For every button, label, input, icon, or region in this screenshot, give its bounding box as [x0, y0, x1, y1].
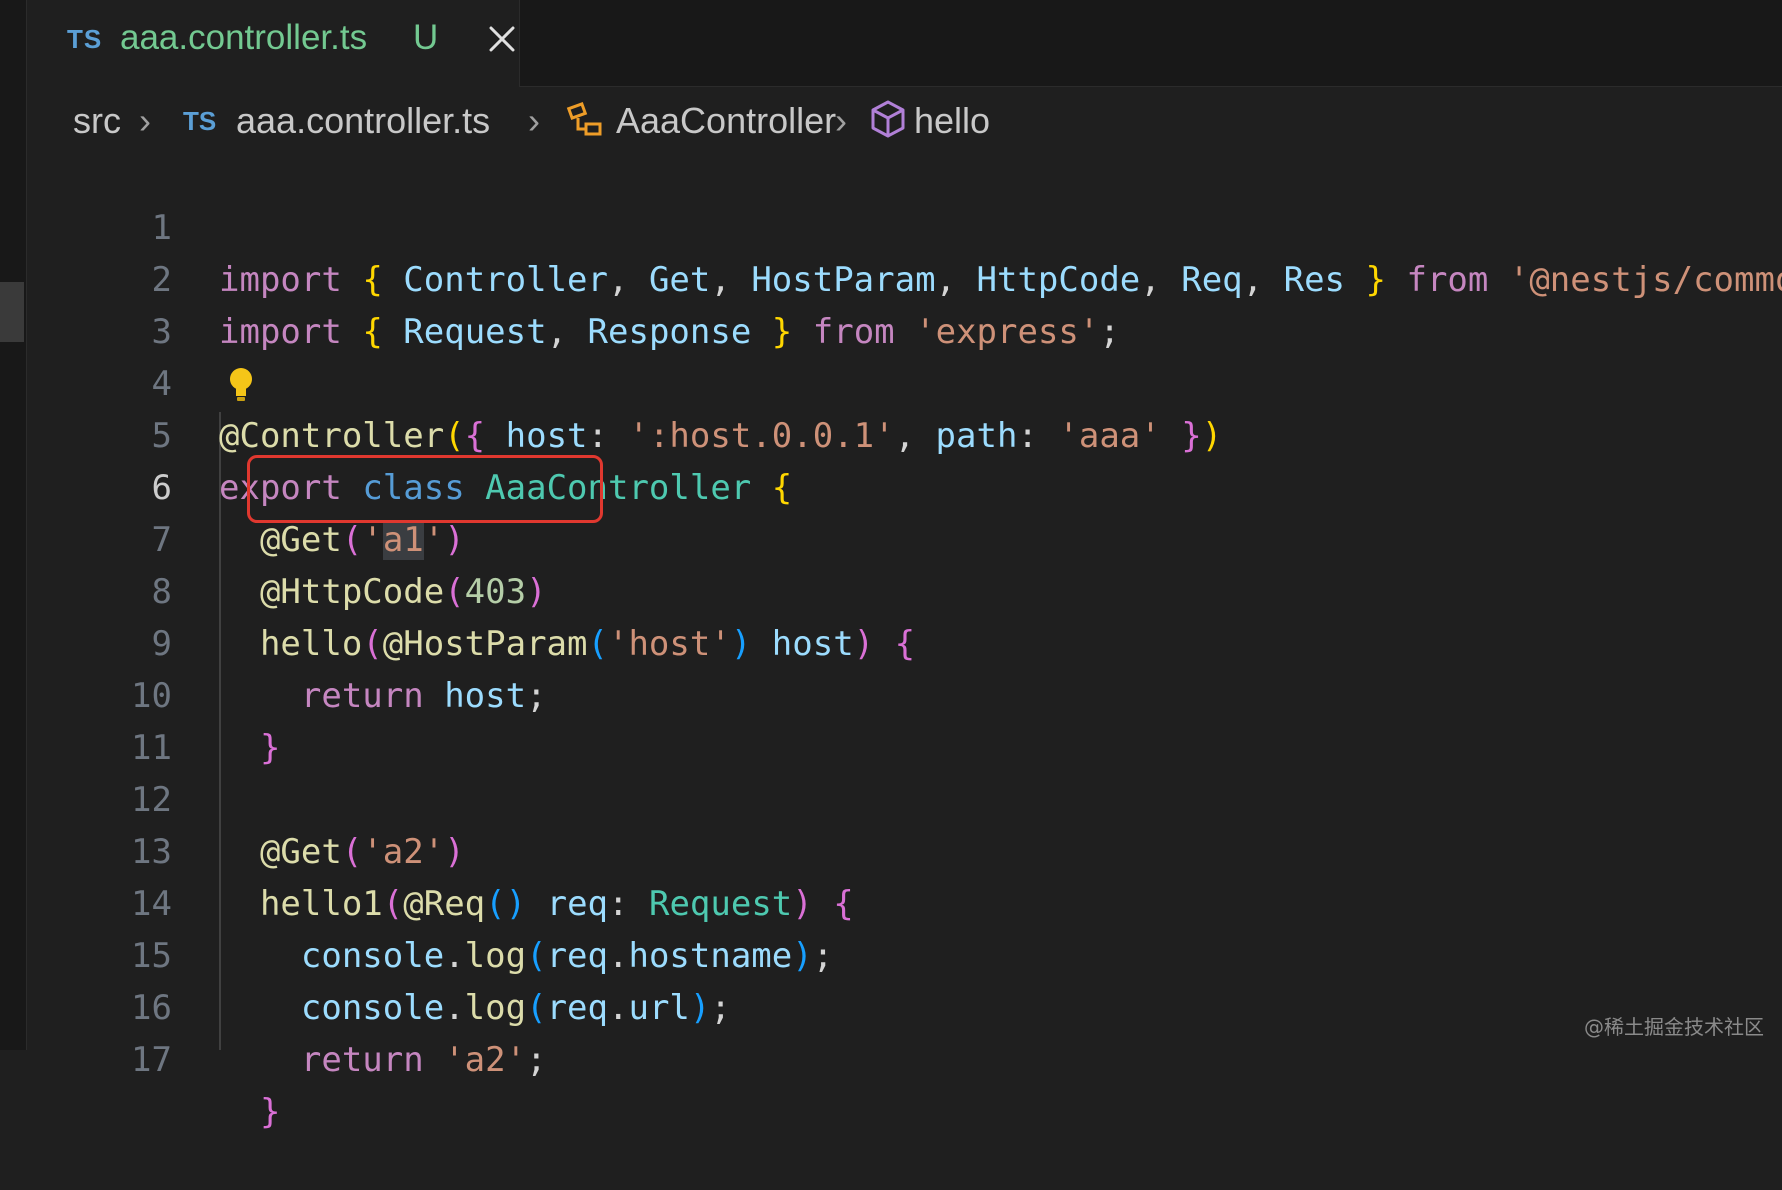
code-text: hello(@HostParam('host') host) { — [259, 624, 916, 664]
chevron-right-icon: › — [139, 100, 151, 141]
breadcrumb-folder[interactable]: src — [73, 100, 121, 142]
code-line: 10 } — [27, 618, 280, 768]
code-line: 12 @Get('a2') — [27, 722, 465, 872]
code-line: 17 } — [27, 982, 280, 1132]
breadcrumb-file[interactable]: aaa.controller.ts — [236, 100, 490, 142]
line-number: 17 — [131, 1040, 172, 1080]
highlight-box — [247, 455, 603, 523]
code-text: } — [259, 728, 281, 768]
code-text: import { Controller, Get, HostParam, Htt… — [219, 260, 1782, 300]
code-line: 9 return host; — [27, 566, 547, 716]
breadcrumb-class[interactable]: AaaController — [616, 100, 836, 142]
code-line: 2 import { Request, Response } from 'exp… — [27, 202, 1120, 352]
code-text: return 'a2'; — [300, 1040, 547, 1080]
typescript-icon: TS — [67, 24, 103, 54]
code-line: 8 hello(@HostParam('host') host) { — [27, 514, 916, 664]
code-line: 7 @HttpCode(403) — [27, 462, 547, 612]
code-line: 1 import { Controller, Get, HostParam, H… — [27, 150, 1782, 300]
activity-bar-indicator — [0, 282, 24, 342]
code-text: return host; — [300, 676, 547, 716]
code-line: 15 console.log(req.url); — [27, 878, 731, 1028]
tab-filename: aaa.controller.ts — [120, 18, 368, 57]
code-text: } — [259, 1092, 281, 1132]
code-text: import { Request, Response } from 'expre… — [219, 312, 1120, 352]
code-line: 5 export class AaaController { — [27, 358, 793, 508]
code-text: console.log(req.url); — [300, 988, 731, 1028]
method-icon — [871, 100, 905, 138]
code-line: 6 @Get('a1') — [27, 410, 465, 560]
code-text: hello1(@Req() req: Request) { — [259, 884, 854, 924]
tab-status-untracked: U — [413, 18, 439, 57]
code-line: 4 @Controller({ host: ':host.0.0.1', pat… — [27, 306, 1223, 456]
code-line: 13 hello1(@Req() req: Request) { — [27, 774, 854, 924]
chevron-right-icon: › — [835, 100, 847, 141]
code-text: @Get('a2') — [259, 832, 465, 872]
close-icon[interactable] — [487, 24, 517, 54]
code-line: 3 — [27, 254, 172, 352]
code-line: 16 return 'a2'; — [27, 930, 547, 1080]
code-line: 11 — [27, 670, 172, 768]
tab-aaa-controller[interactable]: TS aaa.controller.ts U — [27, 0, 520, 87]
typescript-icon: TS — [183, 106, 217, 136]
code-text: console.log(req.hostname); — [300, 936, 834, 976]
tab-bar: TS aaa.controller.ts U — [27, 0, 1782, 87]
lightbulb-icon[interactable] — [228, 366, 254, 406]
class-icon — [566, 101, 602, 136]
watermark: @稀土掘金技术社区 — [1584, 1015, 1764, 1039]
breadcrumb-method[interactable]: hello — [914, 100, 990, 142]
activity-bar — [0, 0, 27, 1050]
code-line: 14 console.log(req.hostname); — [27, 826, 833, 976]
chevron-right-icon: › — [528, 100, 540, 141]
code-text: @HttpCode(403) — [259, 572, 547, 612]
